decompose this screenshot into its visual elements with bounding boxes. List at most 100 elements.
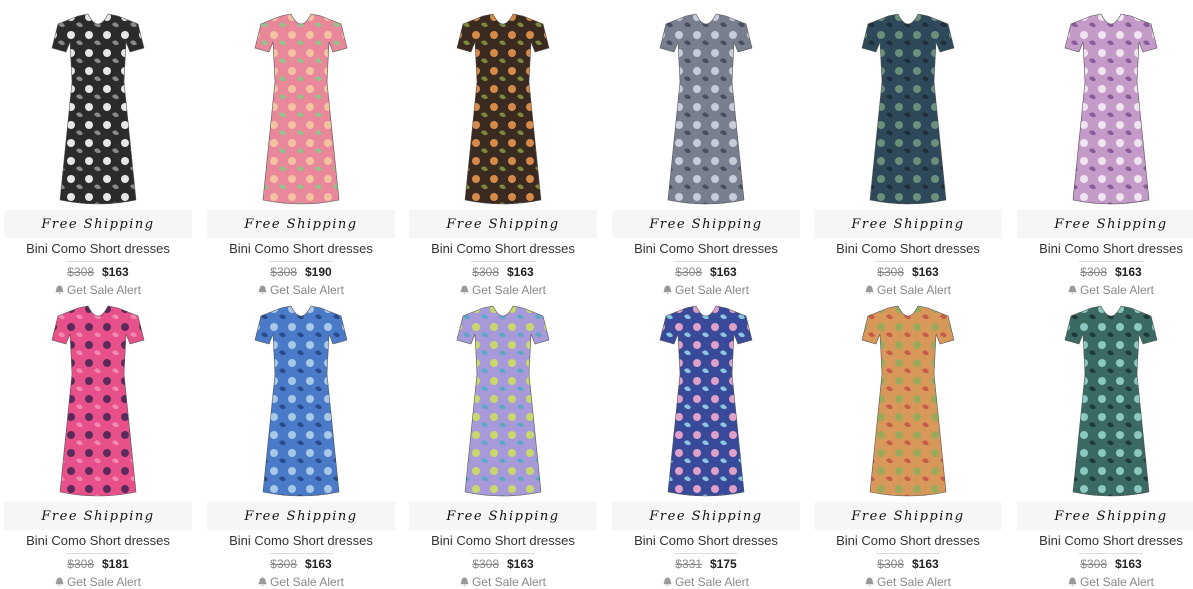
product-title[interactable]: Bini Como Short dresses <box>0 241 196 256</box>
sale-price: $163 <box>710 265 737 279</box>
get-sale-alert-link[interactable]: Get Sale Alert <box>1013 575 1193 589</box>
divider <box>1079 553 1143 554</box>
price-row: $308 $163 <box>203 557 399 571</box>
dress-image[interactable] <box>453 12 553 212</box>
product-title[interactable]: Bini Como Short dresses <box>405 241 601 256</box>
product-image-wrap[interactable] <box>0 304 196 504</box>
product-image-wrap[interactable] <box>405 12 601 212</box>
dress-image[interactable] <box>858 12 958 212</box>
dress-image[interactable] <box>251 304 351 504</box>
sale-price: $163 <box>507 265 534 279</box>
product-card[interactable]: Free Shipping Bini Como Short dresses $308… <box>1013 12 1193 297</box>
dress-image[interactable] <box>453 304 553 504</box>
product-card[interactable]: Free Shipping Bini Como Short dresses $308… <box>405 12 601 297</box>
get-sale-alert-link[interactable]: Get Sale Alert <box>1013 283 1193 297</box>
divider <box>674 261 738 262</box>
sale-alert-label: Get Sale Alert <box>876 283 952 297</box>
product-image-wrap[interactable] <box>1013 12 1193 212</box>
get-sale-alert-link[interactable]: Get Sale Alert <box>810 283 1006 297</box>
bell-icon <box>55 577 64 587</box>
price-row: $308 $163 <box>405 557 601 571</box>
divider <box>269 553 333 554</box>
product-image-wrap[interactable] <box>0 12 196 212</box>
get-sale-alert-link[interactable]: Get Sale Alert <box>405 283 601 297</box>
sale-price: $163 <box>102 265 129 279</box>
product-title[interactable]: Bini Como Short dresses <box>608 533 804 548</box>
product-image-wrap[interactable] <box>1013 304 1193 504</box>
free-shipping-banner: Free Shipping <box>814 210 1002 238</box>
get-sale-alert-link[interactable]: Get Sale Alert <box>608 283 804 297</box>
dress-image[interactable] <box>656 12 756 212</box>
free-shipping-label: Free Shipping <box>1054 508 1168 524</box>
sale-alert-label: Get Sale Alert <box>674 283 750 297</box>
divider <box>471 261 535 262</box>
sale-price: $163 <box>305 557 332 571</box>
product-image-wrap[interactable] <box>608 12 804 212</box>
product-card[interactable]: Free Shipping Bini Como Short dresses $308… <box>0 12 196 297</box>
bell-icon <box>865 285 874 295</box>
product-title[interactable]: Bini Como Short dresses <box>405 533 601 548</box>
product-card[interactable]: Free Shipping Bini Como Short dresses $308… <box>608 12 804 297</box>
dress-image[interactable] <box>48 12 148 212</box>
product-card[interactable]: Free Shipping Bini Como Short dresses $308… <box>1013 304 1193 589</box>
price-row: $331 $175 <box>608 557 804 571</box>
product-title[interactable]: Bini Como Short dresses <box>203 533 399 548</box>
original-price: $308 <box>270 265 297 279</box>
sale-price: $163 <box>912 557 939 571</box>
product-image-wrap[interactable] <box>203 12 399 212</box>
get-sale-alert-link[interactable]: Get Sale Alert <box>203 283 399 297</box>
product-title[interactable]: Bini Como Short dresses <box>203 241 399 256</box>
price-row: $308 $163 <box>1013 265 1193 279</box>
divider <box>269 261 333 262</box>
bell-icon <box>663 285 672 295</box>
product-title[interactable]: Bini Como Short dresses <box>608 241 804 256</box>
product-card[interactable]: Free Shipping Bini Como Short dresses $308… <box>405 304 601 589</box>
sale-price: $181 <box>102 557 129 571</box>
free-shipping-banner: Free Shipping <box>207 502 395 530</box>
product-image-wrap[interactable] <box>608 304 804 504</box>
get-sale-alert-link[interactable]: Get Sale Alert <box>0 575 196 589</box>
product-card[interactable]: Free Shipping Bini Como Short dresses $308… <box>203 12 399 297</box>
get-sale-alert-link[interactable]: Get Sale Alert <box>405 575 601 589</box>
sale-price: $175 <box>710 557 737 571</box>
price-row: $308 $163 <box>0 265 196 279</box>
product-title[interactable]: Bini Como Short dresses <box>810 533 1006 548</box>
dress-image[interactable] <box>1061 12 1161 212</box>
get-sale-alert-link[interactable]: Get Sale Alert <box>203 575 399 589</box>
dress-image[interactable] <box>48 304 148 504</box>
product-title[interactable]: Bini Como Short dresses <box>810 241 1006 256</box>
product-image-wrap[interactable] <box>810 304 1006 504</box>
price-row: $308 $163 <box>608 265 804 279</box>
dress-image[interactable] <box>251 12 351 212</box>
get-sale-alert-link[interactable]: Get Sale Alert <box>810 575 1006 589</box>
original-price: $308 <box>1080 265 1107 279</box>
dress-image[interactable] <box>656 304 756 504</box>
product-title[interactable]: Bini Como Short dresses <box>1013 241 1193 256</box>
get-sale-alert-link[interactable]: Get Sale Alert <box>608 575 804 589</box>
free-shipping-label: Free Shipping <box>649 216 763 232</box>
bell-icon <box>55 285 64 295</box>
free-shipping-label: Free Shipping <box>851 216 965 232</box>
product-title[interactable]: Bini Como Short dresses <box>1013 533 1193 548</box>
product-image-wrap[interactable] <box>203 304 399 504</box>
divider <box>66 553 130 554</box>
free-shipping-label: Free Shipping <box>649 508 763 524</box>
free-shipping-banner: Free Shipping <box>207 210 395 238</box>
get-sale-alert-link[interactable]: Get Sale Alert <box>0 283 196 297</box>
product-card[interactable]: Free Shipping Bini Como Short dresses $308… <box>810 304 1006 589</box>
divider <box>1079 261 1143 262</box>
product-card[interactable]: Free Shipping Bini Como Short dresses $308… <box>810 12 1006 297</box>
product-card[interactable]: Free Shipping Bini Como Short dresses $331… <box>608 304 804 589</box>
product-image-wrap[interactable] <box>810 12 1006 212</box>
product-card[interactable]: Free Shipping Bini Como Short dresses $308… <box>0 304 196 589</box>
bell-icon <box>460 577 469 587</box>
free-shipping-banner: Free Shipping <box>612 210 800 238</box>
free-shipping-banner: Free Shipping <box>814 502 1002 530</box>
product-card[interactable]: Free Shipping Bini Como Short dresses $308… <box>203 304 399 589</box>
product-image-wrap[interactable] <box>405 304 601 504</box>
dress-image[interactable] <box>1061 304 1161 504</box>
dress-image[interactable] <box>858 304 958 504</box>
product-title[interactable]: Bini Como Short dresses <box>0 533 196 548</box>
bell-icon <box>1068 577 1077 587</box>
bell-icon <box>258 285 267 295</box>
